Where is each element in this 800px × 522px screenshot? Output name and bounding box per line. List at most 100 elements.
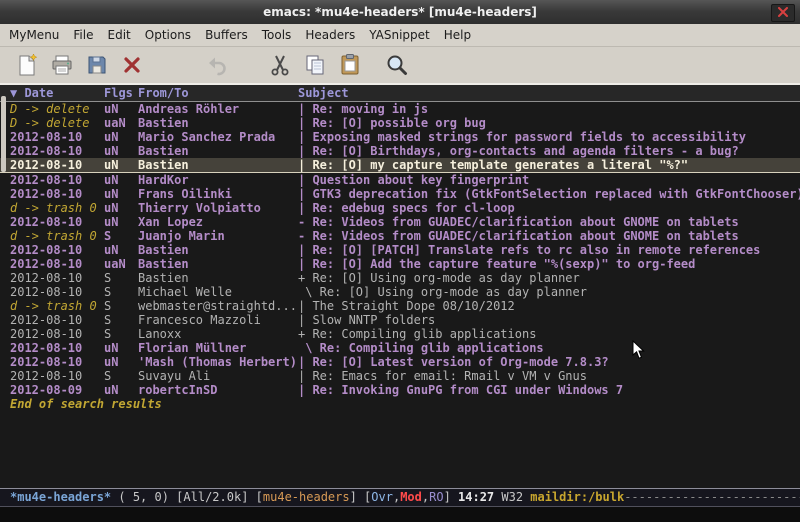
message-row[interactable]: D -> deleteuNAndreas Röhler| Re: moving … — [0, 102, 800, 116]
message-row[interactable]: 2012-08-10uNFlorian Müllner \ Re: Compil… — [0, 341, 800, 355]
modeline-dashes: ---------------------------------------- — [624, 490, 800, 504]
menu-mymenu[interactable]: MyMenu — [2, 25, 66, 45]
message-row[interactable]: D -> deleteuaNBastien| Re: [O] possible … — [0, 116, 800, 130]
paste-icon — [338, 53, 362, 77]
undo-button[interactable] — [204, 52, 230, 78]
message-date: 2012-08-09 — [10, 383, 104, 397]
message-from: Bastien — [138, 243, 298, 257]
message-row[interactable]: d -> trash 0SJuanjo Marin- Re: Videos fr… — [0, 229, 800, 243]
message-from: robertcInSD — [138, 383, 298, 397]
message-date: 2012-08-10 — [10, 355, 104, 369]
menu-edit[interactable]: Edit — [101, 25, 138, 45]
scrollbar-thumb[interactable] — [1, 96, 6, 172]
menu-file[interactable]: File — [66, 25, 100, 45]
menu-options[interactable]: Options — [138, 25, 198, 45]
search-button[interactable] — [384, 52, 410, 78]
message-flags: uN — [104, 341, 138, 355]
message-subject: | Slow NNTP folders — [298, 313, 800, 327]
close-button[interactable] — [119, 52, 145, 78]
message-from: Suvayu Ali — [138, 369, 298, 383]
message-row[interactable]: 2012-08-10uNHardKor| Question about key … — [0, 173, 800, 187]
new-file-icon — [15, 53, 39, 77]
message-row[interactable]: 2012-08-10uNBastien| Re: [O] Birthdays, … — [0, 144, 800, 158]
header-line: ▼ Date Flgs From/To Subject — [0, 85, 800, 102]
window-title: emacs: *mu4e-headers* [mu4e-headers] — [263, 5, 537, 19]
message-row[interactable]: 2012-08-10SBastien+ Re: [O] Using org-mo… — [0, 271, 800, 285]
modeline-plain: ] [ — [350, 490, 372, 504]
menu-tools[interactable]: Tools — [255, 25, 299, 45]
message-flags: uaN — [104, 116, 138, 130]
new-file-button[interactable] — [14, 52, 40, 78]
message-flags: uN — [104, 144, 138, 158]
message-date: 2012-08-10 — [10, 158, 104, 172]
message-subject: + Re: Compiling glib applications — [298, 327, 800, 341]
close-button[interactable] — [771, 4, 795, 22]
message-date: 2012-08-10 — [10, 327, 104, 341]
menu-help[interactable]: Help — [437, 25, 478, 45]
message-row[interactable]: 2012-08-10uN'Mash (Thomas Herbert)| Re: … — [0, 355, 800, 369]
message-from: Florian Müllner — [138, 341, 298, 355]
modeline-time: 14:27 — [458, 490, 494, 504]
message-subject: | Re: [O] my capture template generates … — [298, 158, 800, 172]
message-from: Francesco Mazzoli — [138, 313, 298, 327]
message-from: Frans Oilinki — [138, 187, 298, 201]
message-subject: | Re: [O] [PATCH] Translate refs to rc a… — [298, 243, 800, 257]
message-subject: - Re: Videos from GUADEC/clarification a… — [298, 215, 800, 229]
message-flags: uN — [104, 383, 138, 397]
message-subject: | Re: [O] possible org bug — [298, 116, 800, 130]
message-subject: | Re: [O] Birthdays, org-contacts and ag… — [298, 144, 800, 158]
message-flags: uN — [104, 201, 138, 215]
message-date: 2012-08-10 — [10, 215, 104, 229]
message-from: Thierry Volpiatto — [138, 201, 298, 215]
message-date: d -> trash 0 — [10, 201, 104, 215]
message-date: d -> trash 0 — [10, 299, 104, 313]
message-date: 2012-08-10 — [10, 369, 104, 383]
close-icon — [778, 6, 788, 20]
message-row[interactable]: 2012-08-10uNBastien| Re: [O] my capture … — [0, 158, 800, 173]
paste-button[interactable] — [337, 52, 363, 78]
message-row[interactable]: 2012-08-10SLanoxx+ Re: Compiling glib ap… — [0, 327, 800, 341]
message-subject: \ Re: [O] Using org-mode as day planner — [298, 285, 800, 299]
message-row[interactable]: 2012-08-10SSuvayu Ali| Re: Emacs for ema… — [0, 369, 800, 383]
column-header-date[interactable]: ▼ Date — [10, 85, 104, 101]
column-header-from[interactable]: From/To — [138, 85, 298, 101]
message-subject: | Re: [O] Latest version of Org-mode 7.8… — [298, 355, 800, 369]
menu-bar: MyMenuFileEditOptionsBuffersToolsHeaders… — [0, 24, 800, 47]
copy-button[interactable] — [302, 52, 328, 78]
message-row[interactable]: 2012-08-09uNrobertcInSD| Re: Invoking Gn… — [0, 383, 800, 397]
message-row[interactable]: 2012-08-10uNFrans Oilinki| GTK3 deprecat… — [0, 187, 800, 201]
print-button[interactable] — [49, 52, 75, 78]
column-header-subject[interactable]: Subject — [298, 85, 800, 101]
message-row[interactable]: 2012-08-10SMichael Welle \ Re: [O] Using… — [0, 285, 800, 299]
copy-icon — [303, 53, 327, 77]
message-from: 'Mash (Thomas Herbert) — [138, 355, 298, 369]
message-subject: | Exposing masked strings for password f… — [298, 130, 800, 144]
message-date: 2012-08-10 — [10, 341, 104, 355]
echo-area[interactable] — [0, 507, 800, 522]
message-subject: + Re: [O] Using org-mode as day planner — [298, 271, 800, 285]
message-row[interactable]: 2012-08-10uaNBastien| Re: [O] Add the ca… — [0, 257, 800, 271]
menu-headers[interactable]: Headers — [298, 25, 362, 45]
menu-yasnippet[interactable]: YASnippet — [362, 25, 437, 45]
message-from: Bastien — [138, 271, 298, 285]
menu-buffers[interactable]: Buffers — [198, 25, 255, 45]
save-button[interactable] — [84, 52, 110, 78]
message-row[interactable]: 2012-08-10SFrancesco Mazzoli| Slow NNTP … — [0, 313, 800, 327]
message-row[interactable]: 2012-08-10uNBastien| Re: [O] [PATCH] Tra… — [0, 243, 800, 257]
message-date: 2012-08-10 — [10, 130, 104, 144]
message-date: 2012-08-10 — [10, 144, 104, 158]
message-row[interactable]: 2012-08-10uNXan Lopez- Re: Videos from G… — [0, 215, 800, 229]
message-row[interactable]: d -> trash 0uNThierry Volpiatto| Re: ede… — [0, 201, 800, 215]
message-date: 2012-08-10 — [10, 243, 104, 257]
message-row[interactable]: 2012-08-10uNMario Sanchez Prada| Exposin… — [0, 130, 800, 144]
message-flags: S — [104, 369, 138, 383]
modeline-mode-name: mu4e-headers — [263, 490, 350, 504]
column-header-flags[interactable]: Flgs — [104, 85, 138, 101]
cut-button[interactable] — [267, 52, 293, 78]
message-date: 2012-08-10 — [10, 271, 104, 285]
undo-icon — [205, 53, 229, 77]
modeline-plain: ] — [444, 490, 458, 504]
message-from: HardKor — [138, 173, 298, 187]
message-from: Xan Lopez — [138, 215, 298, 229]
message-row[interactable]: d -> trash 0Swebmaster@straightd...| The… — [0, 299, 800, 313]
